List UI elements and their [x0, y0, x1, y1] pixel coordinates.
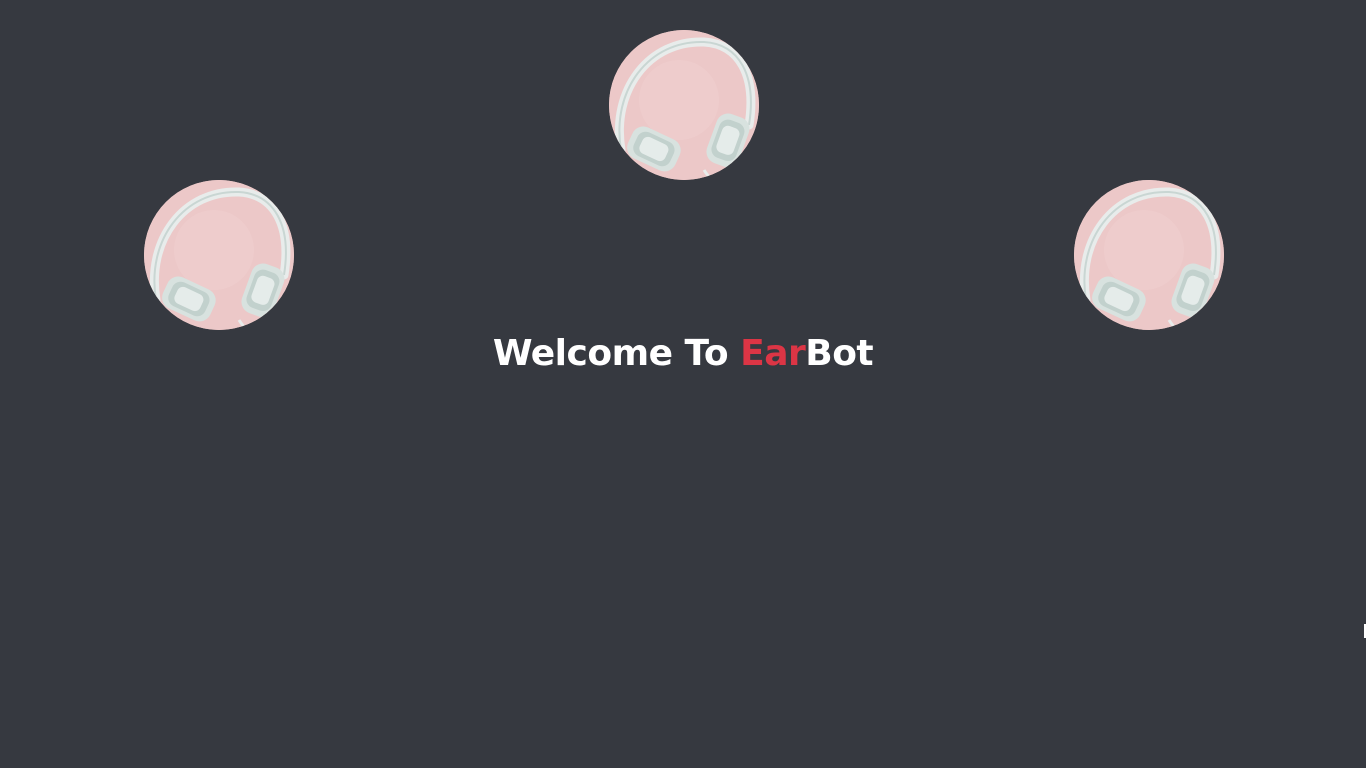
- brand-name-rest: Bot: [805, 333, 874, 374]
- welcome-prefix: Welcome To: [492, 333, 741, 374]
- headphones-icon: [144, 180, 294, 330]
- welcome-heading: Welcome To EarBot: [0, 333, 1366, 374]
- headphones-image: [1074, 180, 1224, 330]
- welcome-screen: Welcome To EarBot: [0, 0, 1366, 768]
- brand-name-accent: Ear: [740, 333, 806, 374]
- headphones-image: [609, 30, 759, 180]
- headphones-icon: [1074, 180, 1224, 330]
- headphones-image: [144, 180, 294, 330]
- headphones-icon: [609, 30, 759, 180]
